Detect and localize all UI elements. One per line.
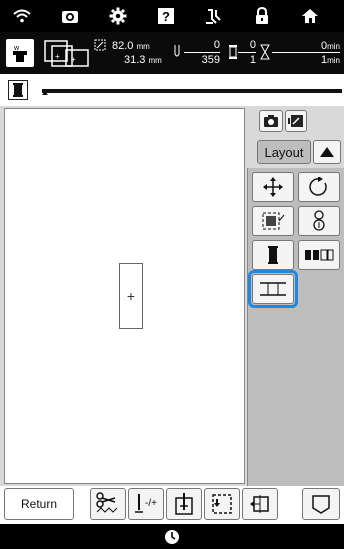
pattern-bounding-box[interactable]: + — [119, 263, 143, 329]
crosshair: + — [126, 288, 136, 304]
width-unit: mm — [136, 42, 150, 51]
stitch-count-icon — [172, 44, 182, 58]
rotate-button[interactable] — [298, 172, 340, 202]
thread-color-icon — [228, 44, 238, 59]
help-icon[interactable]: ? — [144, 0, 188, 32]
thread-spool-icon — [268, 246, 278, 264]
camera-icon[interactable] — [48, 0, 92, 32]
needle-stitch-button[interactable]: -/+ — [128, 488, 164, 520]
cut-jump-icon — [96, 492, 118, 513]
time-total: 1min — [272, 54, 340, 66]
stitch-divider — [184, 52, 220, 53]
right-panel: Layout — [247, 106, 344, 486]
main-area: + Layout — [0, 106, 344, 486]
layout-tab[interactable]: Layout — [257, 140, 311, 164]
color-divider — [238, 52, 256, 53]
pattern-width: 82.0 mm — [112, 40, 150, 52]
time-elapsed-unit: min — [327, 42, 340, 51]
height-unit: mm — [148, 56, 162, 65]
move-button[interactable] — [252, 172, 294, 202]
align-center-icon — [260, 282, 286, 296]
thread-color-strip — [0, 74, 344, 106]
frame-center-icon — [175, 493, 193, 515]
cross-hair-icon — [250, 495, 269, 513]
pocket-button[interactable] — [302, 488, 340, 520]
time-divider — [272, 52, 340, 53]
svg-text:-/+: -/+ — [145, 498, 157, 509]
camera-icon — [264, 115, 278, 127]
trace-button[interactable] — [204, 488, 240, 520]
color-current: 0 — [249, 39, 256, 51]
svg-text:w: w — [13, 45, 20, 52]
thread-spool-button[interactable] — [8, 80, 28, 100]
frame-center-button[interactable] — [166, 488, 202, 520]
thread-spool-icon — [13, 83, 23, 97]
color-total: 1 — [249, 54, 256, 66]
height-value: 31.3 — [124, 54, 146, 66]
pattern-info-bar: w + + 82.0 mm 31.3 mm 0 359 0 1 0min 1min — [0, 32, 344, 74]
cut-jump-button[interactable] — [90, 488, 126, 520]
bottom-toolbar: Return -/+ — [0, 486, 344, 524]
colors-icon — [305, 249, 334, 261]
wifi-icon[interactable] — [0, 0, 44, 32]
lock-icon[interactable] — [240, 0, 284, 32]
frame-border-button[interactable] — [252, 206, 294, 236]
scan-icon — [288, 115, 303, 127]
needle-stitch-icon: -/+ — [135, 494, 157, 513]
width-value: 82.0 — [112, 40, 134, 52]
return-button-label: Return — [20, 497, 58, 511]
color-sequence-bar[interactable] — [42, 89, 342, 93]
svg-text:+: + — [71, 55, 76, 64]
return-button[interactable]: Return — [4, 488, 74, 520]
layout-toolbox — [247, 168, 344, 486]
clock-icon[interactable] — [164, 529, 180, 545]
collapse-panel-button[interactable] — [313, 140, 341, 164]
size-icon — [94, 38, 106, 51]
time-total-unit: min — [327, 56, 340, 65]
svg-text:+: + — [55, 52, 60, 61]
needle-icon[interactable] — [192, 0, 236, 32]
color-sort-button[interactable] — [298, 240, 340, 270]
snowman-icon — [313, 210, 325, 231]
embroidery-frame-icon — [262, 212, 285, 230]
camera-button[interactable] — [259, 110, 283, 132]
hourglass-icon — [260, 44, 270, 60]
settings-icon[interactable] — [96, 0, 140, 32]
home-icon[interactable] — [288, 0, 332, 32]
top-status-bar: ? — [0, 0, 344, 32]
stitch-total: 359 — [201, 54, 220, 66]
trace-icon — [212, 494, 232, 514]
rotate-icon — [309, 177, 327, 196]
embroidery-canvas[interactable]: + — [4, 108, 245, 484]
cross-hair-button[interactable] — [242, 488, 278, 520]
scan-button[interactable] — [285, 110, 307, 132]
move-icon — [263, 177, 283, 197]
camera-group — [259, 110, 307, 134]
stitch-current: 0 — [213, 39, 220, 51]
pocket-icon — [312, 495, 330, 514]
system-bar — [0, 524, 344, 549]
embroidery-mode-icon[interactable]: w — [6, 39, 34, 67]
pattern-height: 31.3 mm — [124, 54, 162, 66]
layout-tab-label: Layout — [264, 144, 304, 160]
multi-frame-icon[interactable]: + + — [44, 40, 90, 68]
triangle-up-icon — [320, 147, 334, 157]
time-elapsed: 0min — [272, 40, 340, 52]
thread-color-button[interactable] — [252, 240, 294, 270]
align-button[interactable] — [252, 274, 294, 304]
svg-text:?: ? — [162, 9, 170, 24]
mirror-vertical-button[interactable] — [298, 206, 340, 236]
